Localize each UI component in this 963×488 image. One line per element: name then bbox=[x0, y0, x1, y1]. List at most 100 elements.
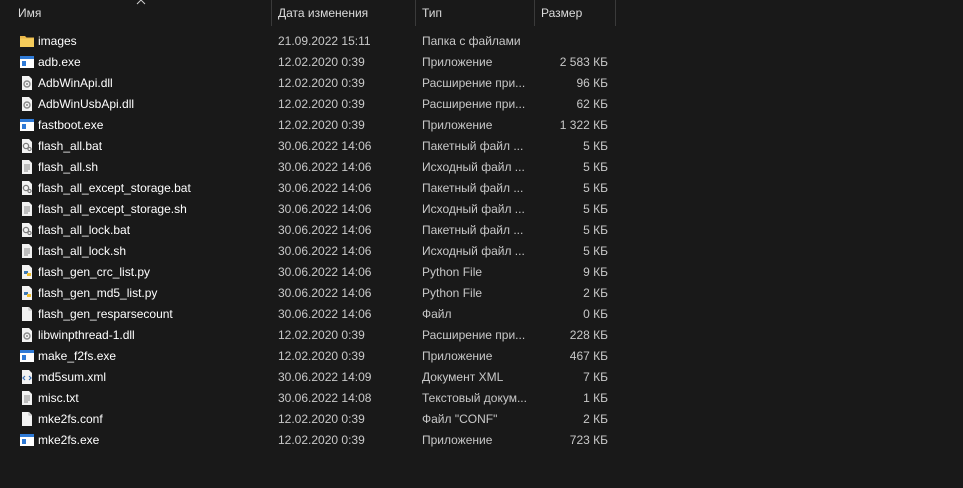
file-list: images 21.09.2022 15:11 Папка с файлами … bbox=[0, 31, 963, 451]
doc-icon bbox=[19, 201, 35, 217]
sort-ascending-icon bbox=[136, 0, 146, 5]
column-divider[interactable] bbox=[534, 0, 535, 26]
dll-icon bbox=[19, 96, 35, 112]
file-date: 12.02.2020 0:39 bbox=[278, 328, 365, 342]
file-name: flash_all_lock.sh bbox=[38, 244, 127, 258]
file-row[interactable]: flash_all_lock.bat 30.06.2022 14:06 Паке… bbox=[0, 220, 620, 241]
file-type: Исходный файл ... bbox=[422, 160, 525, 174]
file-row[interactable]: flash_gen_resparsecount 30.06.2022 14:06… bbox=[0, 304, 620, 325]
file-row[interactable]: libwinpthread-1.dll 12.02.2020 0:39 Расш… bbox=[0, 325, 620, 346]
file-name: fastboot.exe bbox=[38, 118, 104, 132]
python-icon bbox=[19, 264, 35, 280]
file-name: mke2fs.exe bbox=[38, 433, 100, 447]
file-row[interactable]: make_f2fs.exe 12.02.2020 0:39 Приложение… bbox=[0, 346, 620, 367]
dll-icon bbox=[19, 327, 35, 343]
file-date: 30.06.2022 14:06 bbox=[278, 181, 372, 195]
column-header-date[interactable]: Дата изменения bbox=[278, 0, 413, 26]
exe-icon bbox=[19, 54, 35, 70]
column-divider[interactable] bbox=[271, 0, 272, 26]
file-size: 467 КБ bbox=[569, 349, 608, 363]
file-type: Исходный файл ... bbox=[422, 244, 525, 258]
doc-icon bbox=[19, 390, 35, 406]
file-type: Python File bbox=[422, 265, 483, 279]
file-size bbox=[534, 31, 608, 52]
file-date: 12.02.2020 0:39 bbox=[278, 55, 365, 69]
file-size: 1 КБ bbox=[583, 391, 608, 405]
file-type: Пакетный файл ... bbox=[422, 139, 524, 153]
file-type: Исходный файл ... bbox=[422, 202, 525, 216]
file-size: 96 КБ bbox=[576, 76, 608, 90]
file-name: flash_all_lock.bat bbox=[38, 223, 131, 237]
file-name: md5sum.xml bbox=[38, 370, 107, 384]
file-row[interactable]: fastboot.exe 12.02.2020 0:39 Приложение … bbox=[0, 115, 620, 136]
blank-file-icon bbox=[19, 306, 35, 322]
column-divider[interactable] bbox=[415, 0, 416, 26]
file-size: 5 КБ bbox=[583, 223, 608, 237]
file-name: mke2fs.conf bbox=[38, 412, 103, 426]
file-date: 12.02.2020 0:39 bbox=[278, 118, 365, 132]
file-row[interactable]: flash_gen_md5_list.py 30.06.2022 14:06 P… bbox=[0, 283, 620, 304]
file-date: 12.02.2020 0:39 bbox=[278, 412, 365, 426]
file-row[interactable]: mke2fs.exe 12.02.2020 0:39 Приложение 72… bbox=[0, 430, 620, 451]
file-date: 30.06.2022 14:06 bbox=[278, 307, 372, 321]
file-date: 30.06.2022 14:06 bbox=[278, 223, 372, 237]
file-date: 12.02.2020 0:39 bbox=[278, 97, 365, 111]
file-row[interactable]: flash_all.sh 30.06.2022 14:06 Исходный ф… bbox=[0, 157, 620, 178]
file-date: 30.06.2022 14:06 bbox=[278, 286, 372, 300]
file-row[interactable]: AdbWinUsbApi.dll 12.02.2020 0:39 Расшире… bbox=[0, 94, 620, 115]
file-name: flash_gen_md5_list.py bbox=[38, 286, 158, 300]
file-date: 30.06.2022 14:09 bbox=[278, 370, 372, 384]
column-header-type[interactable]: Тип bbox=[422, 0, 532, 26]
doc-icon bbox=[19, 243, 35, 259]
file-row[interactable]: flash_all_except_storage.sh 30.06.2022 1… bbox=[0, 199, 620, 220]
file-type: Расширение при... bbox=[422, 97, 526, 111]
file-size: 0 КБ bbox=[583, 307, 608, 321]
column-header-size[interactable]: Размер bbox=[541, 0, 613, 26]
file-name: make_f2fs.exe bbox=[38, 349, 117, 363]
file-size: 2 КБ bbox=[583, 286, 608, 300]
file-type: Пакетный файл ... bbox=[422, 181, 524, 195]
file-size: 5 КБ bbox=[583, 181, 608, 195]
file-row[interactable]: flash_all_except_storage.bat 30.06.2022 … bbox=[0, 178, 620, 199]
file-type: Файл "CONF" bbox=[422, 412, 498, 426]
file-name: adb.exe bbox=[38, 55, 81, 69]
file-row[interactable]: images 21.09.2022 15:11 Папка с файлами bbox=[0, 31, 620, 52]
file-row[interactable]: md5sum.xml 30.06.2022 14:09 Документ XML… bbox=[0, 367, 620, 388]
file-type: Документ XML bbox=[422, 370, 504, 384]
file-type: Пакетный файл ... bbox=[422, 223, 524, 237]
file-row[interactable]: adb.exe 12.02.2020 0:39 Приложение 2 583… bbox=[0, 52, 620, 73]
file-date: 12.02.2020 0:39 bbox=[278, 433, 365, 447]
file-type: Приложение bbox=[422, 349, 493, 363]
file-row[interactable]: flash_all_lock.sh 30.06.2022 14:06 Исход… bbox=[0, 241, 620, 262]
file-type: Папка с файлами bbox=[422, 34, 521, 48]
file-date: 30.06.2022 14:06 bbox=[278, 139, 372, 153]
file-size: 228 КБ bbox=[569, 328, 608, 342]
file-type: Python File bbox=[422, 286, 483, 300]
file-name: images bbox=[38, 34, 77, 48]
file-date: 12.02.2020 0:39 bbox=[278, 76, 365, 90]
file-name: flash_all_except_storage.bat bbox=[38, 181, 191, 195]
file-row[interactable]: flash_all.bat 30.06.2022 14:06 Пакетный … bbox=[0, 136, 620, 157]
exe-icon bbox=[19, 348, 35, 364]
column-divider[interactable] bbox=[615, 0, 616, 26]
file-name: flash_all_except_storage.sh bbox=[38, 202, 187, 216]
file-row[interactable]: mke2fs.conf 12.02.2020 0:39 Файл "CONF" … bbox=[0, 409, 620, 430]
folder-icon bbox=[19, 33, 35, 49]
file-row[interactable]: AdbWinApi.dll 12.02.2020 0:39 Расширение… bbox=[0, 73, 620, 94]
bat-icon bbox=[19, 222, 35, 238]
file-row[interactable]: misc.txt 30.06.2022 14:08 Текстовый доку… bbox=[0, 388, 620, 409]
file-row[interactable]: flash_gen_crc_list.py 30.06.2022 14:06 P… bbox=[0, 262, 620, 283]
file-name: flash_all.bat bbox=[38, 139, 103, 153]
file-size: 1 322 КБ bbox=[559, 118, 608, 132]
file-date: 30.06.2022 14:06 bbox=[278, 244, 372, 258]
file-name: flash_all.sh bbox=[38, 160, 99, 174]
file-type: Текстовый докум... bbox=[422, 391, 527, 405]
file-type: Расширение при... bbox=[422, 328, 526, 342]
file-name: misc.txt bbox=[38, 391, 79, 405]
file-name: libwinpthread-1.dll bbox=[38, 328, 135, 342]
exe-icon bbox=[19, 432, 35, 448]
bat-icon bbox=[19, 138, 35, 154]
file-type: Файл bbox=[422, 307, 452, 321]
file-name: flash_gen_crc_list.py bbox=[38, 265, 151, 279]
file-size: 723 КБ bbox=[569, 433, 608, 447]
